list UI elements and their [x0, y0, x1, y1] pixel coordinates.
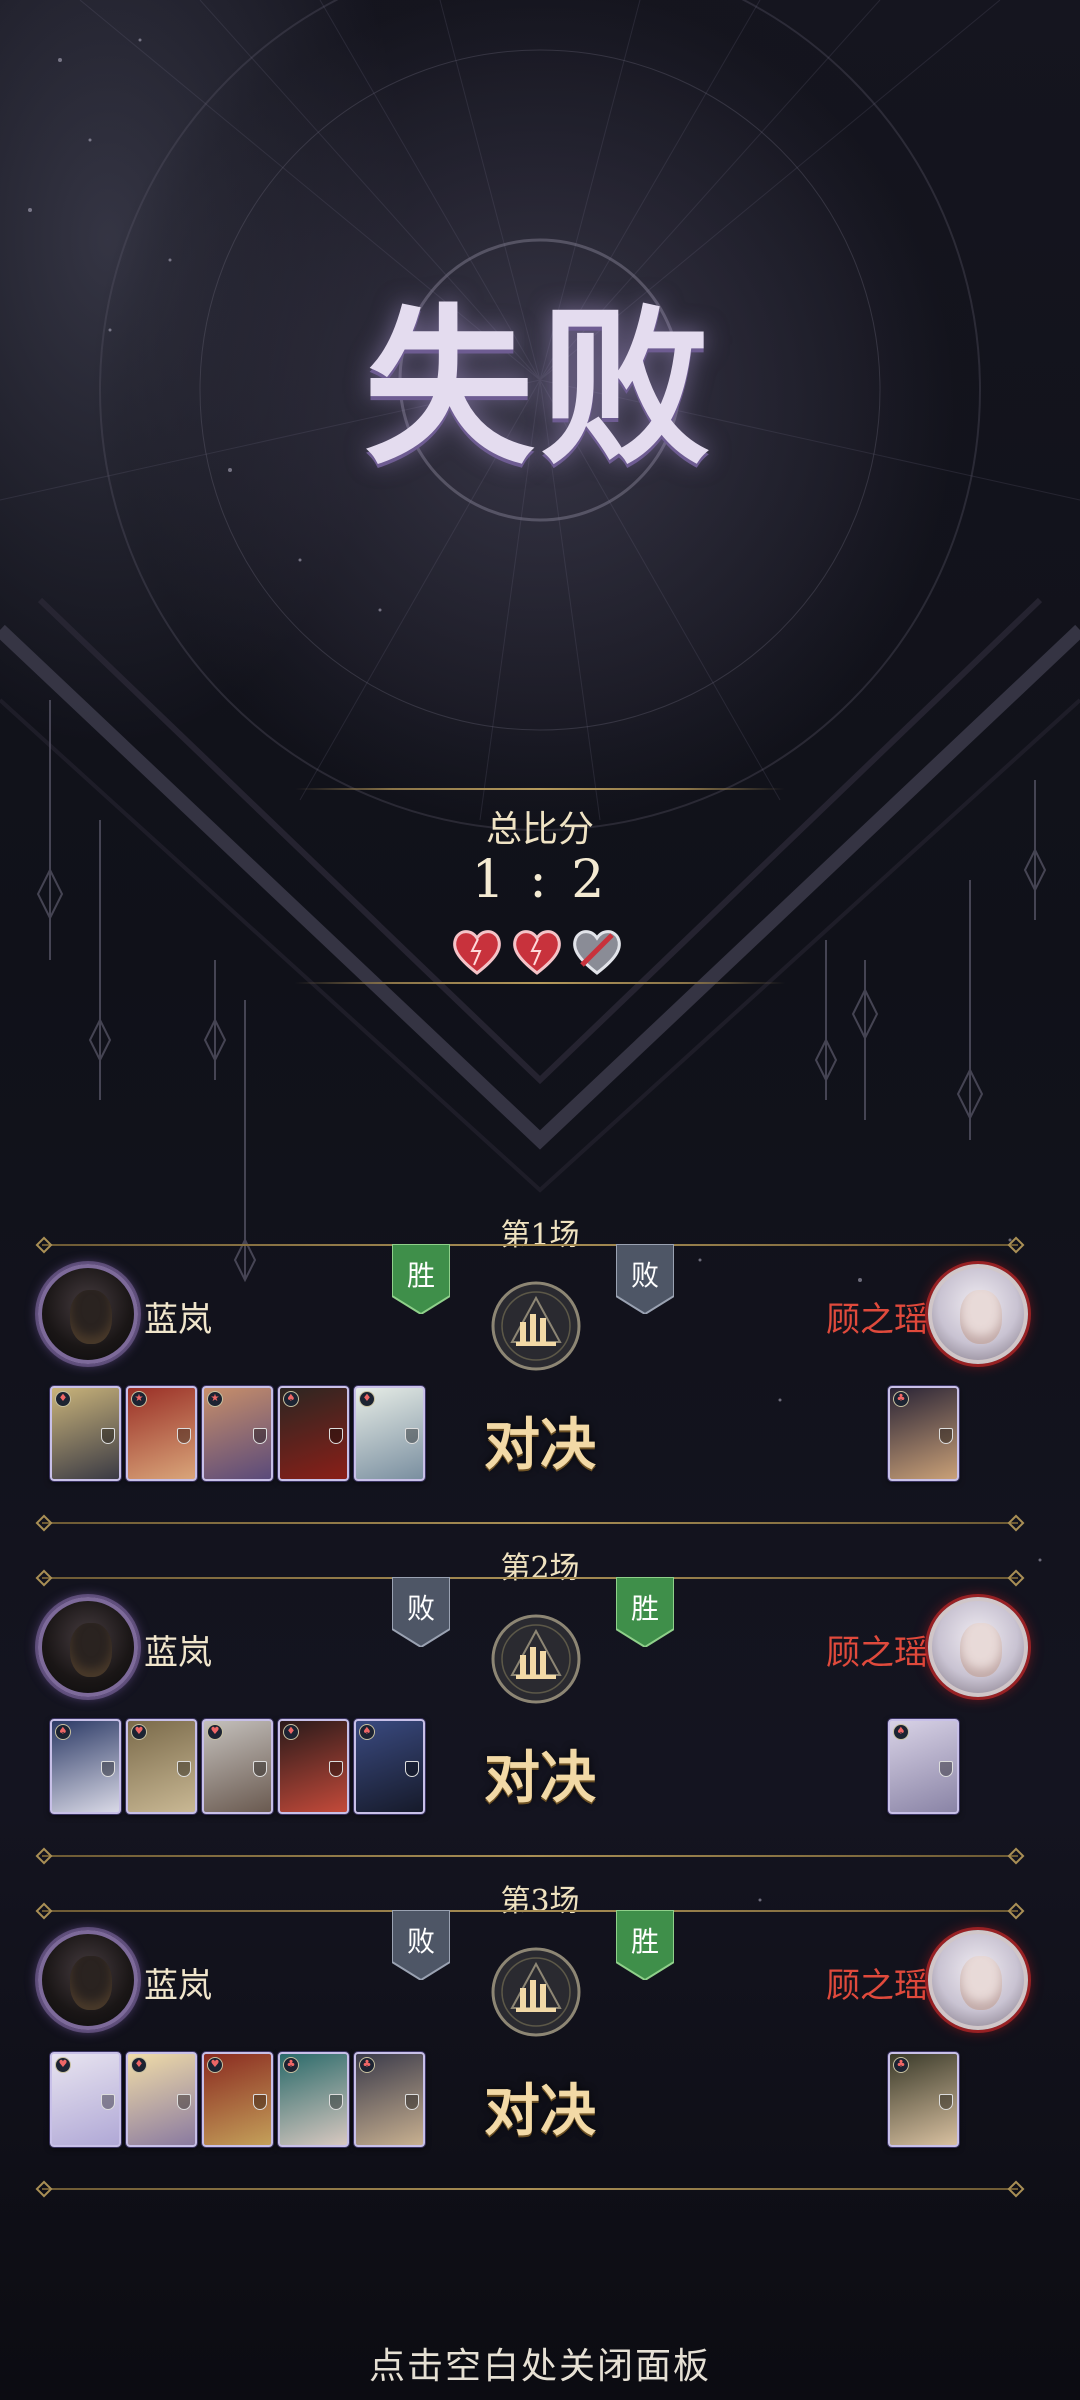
- player-avatar-right[interactable]: [928, 1597, 1028, 1697]
- match-divider: [42, 1577, 1018, 1579]
- score-top-divider: [295, 788, 785, 790]
- match-2: 第2场 败 胜 蓝岚 顾之瑶 ♠ ♥ ♥ ♦ ♠ 对决 ♠: [0, 1551, 1080, 1903]
- match-divider: [42, 1244, 1018, 1246]
- player-avatar-right[interactable]: [928, 1930, 1028, 2030]
- player-avatar-left[interactable]: [38, 1264, 138, 1364]
- player-name-left: 蓝岚: [144, 1966, 212, 2006]
- badge-label: 败: [406, 1592, 435, 1625]
- match-title: 第1场: [500, 1218, 580, 1253]
- badge-label: 胜: [630, 1925, 659, 1958]
- broken-heart-icon: [573, 930, 621, 975]
- badge-label: 胜: [630, 1592, 659, 1625]
- match-divider: [42, 1522, 1018, 1524]
- score-value: 1 : 2: [471, 850, 609, 910]
- score-label: 总比分: [485, 809, 594, 850]
- player-name-left: 蓝岚: [144, 1300, 212, 1340]
- versus-emblem-icon[interactable]: [490, 1613, 582, 1705]
- right-card-row: ♠: [888, 1719, 959, 1814]
- badge-label: 败: [630, 1259, 659, 1292]
- player-name-right: 顾之瑶: [826, 1966, 928, 2006]
- player-avatar-right[interactable]: [928, 1264, 1028, 1364]
- badge-label: 胜: [406, 1259, 435, 1292]
- heart-icon: [453, 930, 501, 975]
- card[interactable]: ♣: [888, 1386, 959, 1481]
- player-avatar-left[interactable]: [38, 1597, 138, 1697]
- match-title: 第3场: [500, 1884, 580, 1919]
- versus-emblem-icon[interactable]: [490, 1946, 582, 2038]
- match-divider: [42, 1855, 1018, 1857]
- badge-label: 败: [406, 1925, 435, 1958]
- player-name-left: 蓝岚: [144, 1633, 212, 1673]
- right-card-row: ♣: [888, 2052, 959, 2147]
- match-3: 第3场 败 胜 蓝岚 顾之瑶 ♥ ♦ ♥ ♣ ♣ 对决 ♣: [0, 1884, 1080, 2236]
- heart-icon: [513, 930, 561, 975]
- player-avatar-left[interactable]: [38, 1930, 138, 2030]
- score-bottom-divider: [295, 982, 785, 984]
- match-title: 第2场: [500, 1551, 580, 1586]
- card[interactable]: ♣: [888, 2052, 959, 2147]
- player-name-right: 顾之瑶: [826, 1300, 928, 1340]
- result-title: 失败: [363, 288, 716, 488]
- versus-emblem-icon[interactable]: [490, 1280, 582, 1372]
- player-name-right: 顾之瑶: [826, 1633, 928, 1673]
- match-divider: [42, 2188, 1018, 2190]
- card[interactable]: ♠: [888, 1719, 959, 1814]
- score-hearts: [450, 925, 630, 981]
- match-divider: [42, 1910, 1018, 1912]
- match-1: 第1场 胜 败 蓝岚 顾之瑶 ♦ ★ ★ ♠ ♦ 对决 ♣: [0, 1218, 1080, 1570]
- close-panel-hint[interactable]: 点击空白处关闭面板: [0, 2337, 1080, 2389]
- right-card-row: ♣: [888, 1386, 959, 1481]
